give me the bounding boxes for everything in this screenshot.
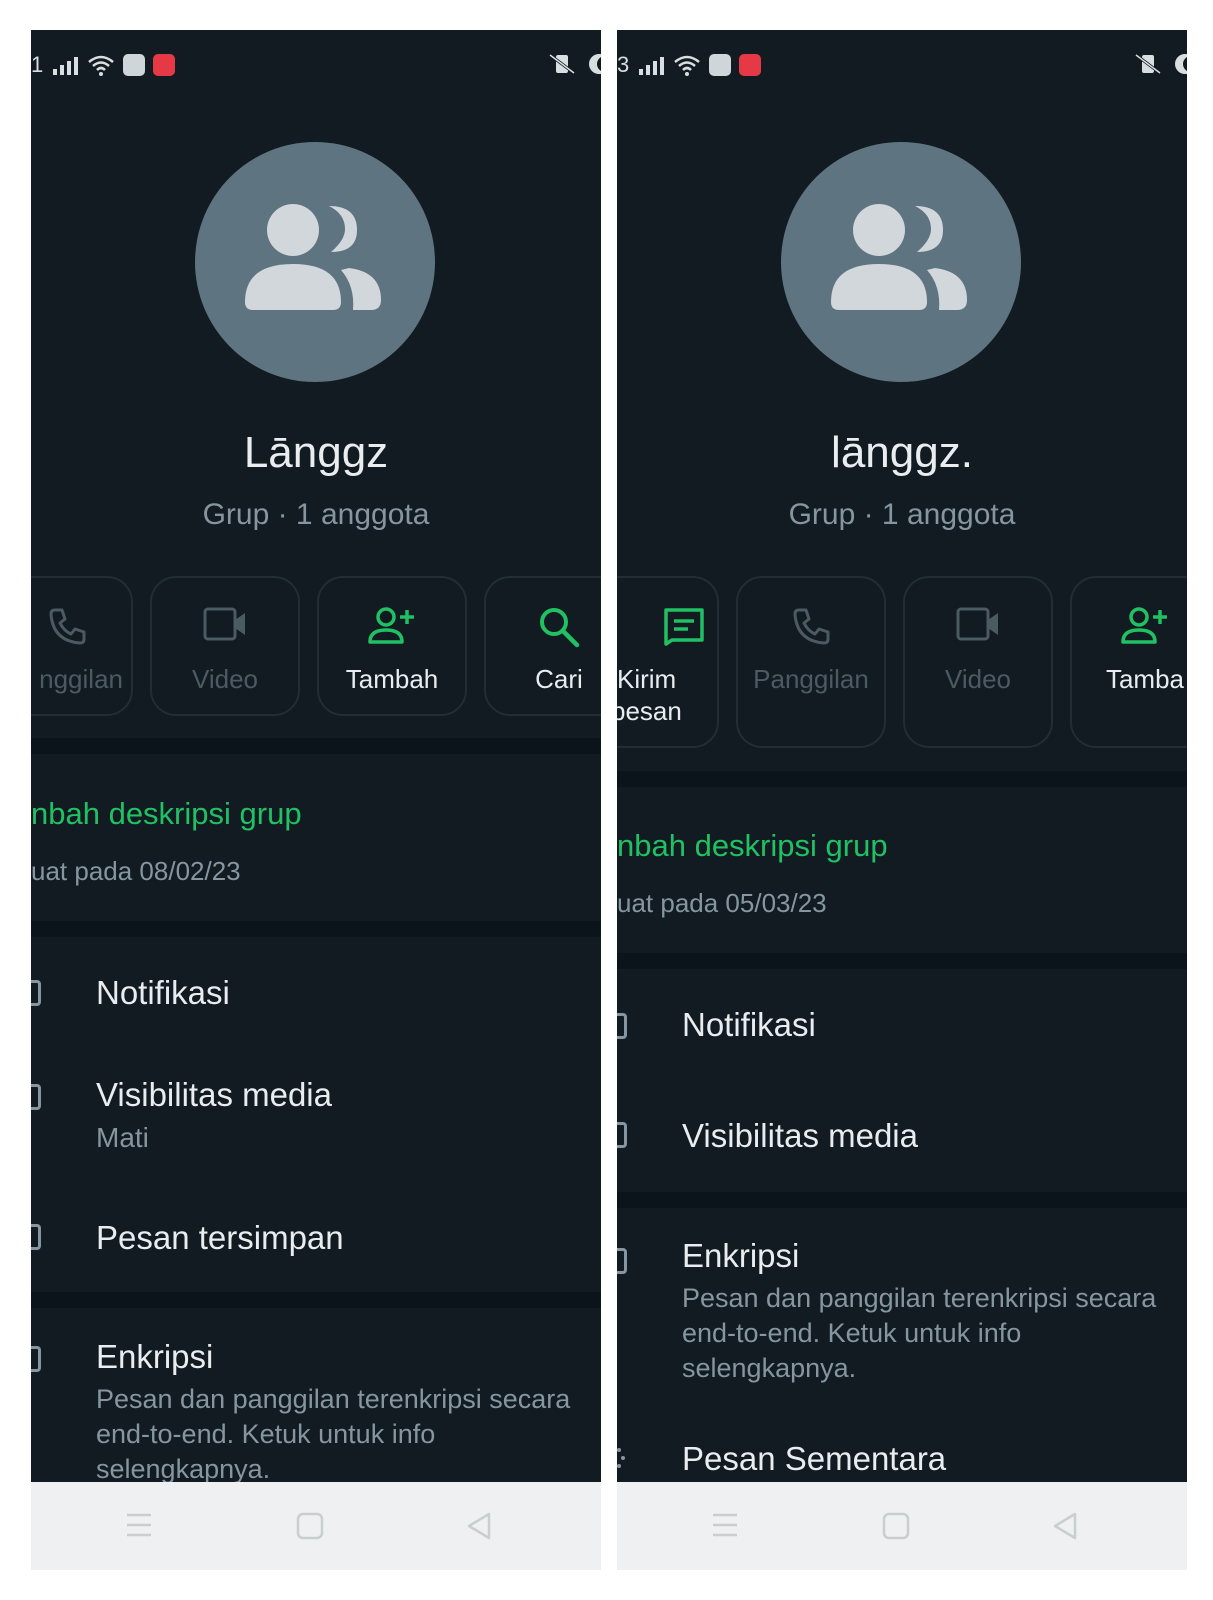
- section-divider: [31, 738, 601, 754]
- menu-icon[interactable]: [125, 1512, 153, 1538]
- vibrate-off-icon: [1135, 53, 1161, 75]
- home-icon[interactable]: [296, 1512, 324, 1540]
- send-message-button[interactable]: Kirim pesan: [617, 576, 719, 748]
- screen-record-icon: [153, 54, 176, 76]
- section-divider: [617, 1192, 1187, 1208]
- app-notification-icon: [123, 54, 146, 76]
- signal-icon: [53, 57, 79, 75]
- add-group-description-link[interactable]: nbah deskripsi grup: [31, 796, 302, 832]
- phone-icon: [793, 608, 830, 645]
- encryption-description: Pesan dan panggilan terenkripsi secara e…: [96, 1384, 571, 1484]
- section-divider: [31, 921, 601, 937]
- status-time-fragment: 1: [31, 52, 44, 77]
- left-screenshot: 1 Lānggz Grup · 1 anggota nggilan Video …: [31, 30, 601, 1570]
- call-button[interactable]: nggilan: [31, 576, 133, 716]
- home-icon[interactable]: [882, 1512, 910, 1540]
- video-label: Video: [944, 664, 1012, 694]
- add-member-label: Tambah: [345, 664, 439, 694]
- video-button[interactable]: Video: [903, 576, 1053, 748]
- encryption-description: Pesan dan panggilan terenkripsi secara e…: [682, 1283, 1157, 1383]
- send-message-label-line1: Kirim: [617, 664, 677, 694]
- add-member-button[interactable]: Tambah: [317, 576, 467, 716]
- status-bar: 1: [31, 30, 601, 88]
- signal-icon: [639, 57, 665, 75]
- section-divider: [617, 771, 1187, 787]
- add-person-icon: [368, 607, 414, 644]
- group-info-screen: Lānggz Grup · 1 anggota nggilan Video Ta…: [31, 88, 601, 1510]
- disappearing-messages-setting[interactable]: Pesan Sementara: [682, 1440, 946, 1478]
- group-name: lānggz.: [831, 428, 973, 477]
- search-label: Cari: [535, 664, 583, 694]
- bookmark-icon: [31, 1224, 41, 1250]
- notifications-setting[interactable]: Notifikasi: [682, 1006, 816, 1044]
- menu-icon[interactable]: [711, 1512, 739, 1538]
- message-icon: [664, 608, 704, 646]
- phone-icon: [49, 608, 86, 645]
- wifi-icon: [88, 55, 115, 76]
- call-label: nggilan: [39, 664, 123, 694]
- media-visibility-value: Mati: [96, 1122, 149, 1153]
- back-icon[interactable]: [1051, 1512, 1079, 1540]
- group-member-count: Grup · 1 anggota: [202, 498, 430, 531]
- lock-icon: [617, 1248, 627, 1274]
- kept-messages-setting[interactable]: Pesan tersimpan: [96, 1219, 344, 1257]
- call-button[interactable]: Panggilan: [736, 576, 886, 748]
- group-created-date: uat pada 05/03/23: [617, 888, 827, 918]
- group-avatar[interactable]: [781, 142, 1021, 382]
- group-people-icon: [245, 204, 381, 310]
- status-time-fragment: 3: [617, 52, 630, 77]
- encryption-setting[interactable]: Enkripsi: [96, 1338, 213, 1376]
- group-created-date: uat pada 08/02/23: [31, 856, 241, 886]
- section-divider: [617, 953, 1187, 969]
- call-label: Panggilan: [753, 664, 869, 694]
- bell-icon: [31, 980, 41, 1006]
- disappearing-messages-icon: [617, 1448, 625, 1468]
- section-divider: [31, 1292, 601, 1308]
- add-person-icon: [1121, 607, 1167, 644]
- search-icon: [540, 608, 580, 648]
- group-avatar[interactable]: [195, 142, 435, 382]
- right-screenshot: 3 lānggz. Grup · 1 anggota Kirim pesan P…: [617, 30, 1187, 1570]
- search-button[interactable]: Cari: [484, 576, 601, 716]
- group-name: Lānggz: [243, 428, 389, 477]
- media-visibility-setting[interactable]: Visibilitas media: [682, 1117, 918, 1155]
- status-bar: 3: [617, 30, 1187, 88]
- vibrate-off-icon: [549, 53, 575, 75]
- bell-icon: [617, 1013, 627, 1039]
- media-visibility-setting[interactable]: Visibilitas media: [96, 1076, 332, 1114]
- video-button[interactable]: Video: [150, 576, 300, 716]
- android-nav-bar: [31, 1482, 601, 1570]
- video-icon: [203, 607, 245, 641]
- send-message-label-line2: pesan: [617, 696, 682, 726]
- wifi-icon: [674, 55, 701, 76]
- group-info-screen: lānggz. Grup · 1 anggota Kirim pesan Pan…: [617, 88, 1187, 1510]
- app-notification-icon: [709, 54, 732, 76]
- add-group-description-link[interactable]: nbah deskripsi grup: [617, 828, 888, 864]
- lock-icon: [31, 1346, 41, 1372]
- video-icon: [956, 607, 998, 641]
- group-people-icon: [831, 204, 967, 310]
- encryption-setting[interactable]: Enkripsi: [682, 1237, 799, 1275]
- add-member-label: Tamba: [1105, 664, 1185, 694]
- media-visibility-icon: [31, 1084, 41, 1110]
- screen-record-icon: [739, 54, 762, 76]
- android-nav-bar: [617, 1482, 1187, 1570]
- media-visibility-icon: [617, 1122, 627, 1148]
- do-not-disturb-moon-icon: [589, 54, 601, 74]
- do-not-disturb-moon-icon: [1175, 54, 1187, 74]
- notifications-setting[interactable]: Notifikasi: [96, 974, 230, 1012]
- back-icon[interactable]: [465, 1512, 493, 1540]
- video-label: Video: [191, 664, 259, 694]
- group-member-count: Grup · 1 anggota: [788, 498, 1016, 531]
- add-member-button[interactable]: Tamba: [1070, 576, 1187, 748]
